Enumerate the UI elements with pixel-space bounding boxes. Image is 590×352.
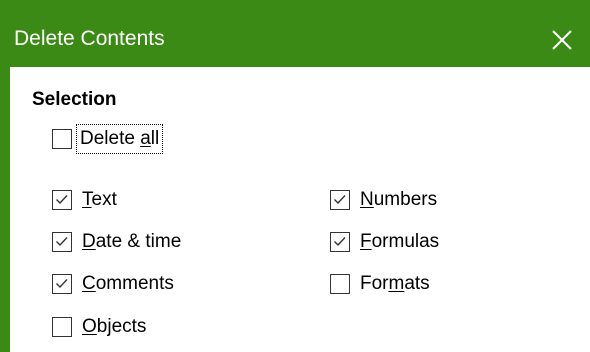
checkmark-icon (334, 195, 346, 205)
checkbox-box (330, 274, 350, 294)
dialog-title: Delete Contents (14, 27, 165, 50)
checkbox-box (330, 232, 350, 252)
checkmark-icon (56, 195, 68, 205)
checkbox-box (52, 232, 72, 252)
date-time-checkbox[interactable]: Date & time (52, 227, 181, 257)
close-button[interactable] (534, 12, 590, 68)
formats-label: Formats (360, 273, 430, 294)
numbers-label: Numbers (360, 189, 438, 210)
text-label: Text (82, 189, 117, 210)
comments-label: Comments (82, 273, 174, 294)
dialog-body: Selection Delete all Text Date & time Co… (10, 67, 590, 352)
checkbox-box (52, 274, 72, 294)
formats-checkbox[interactable]: Formats (330, 269, 430, 299)
date-time-label: Date & time (82, 231, 182, 252)
checkbox-box (330, 190, 350, 210)
objects-label: Objects (82, 316, 147, 337)
delete-all-checkbox[interactable]: Delete all (52, 124, 164, 154)
formulas-label: Formulas (360, 231, 440, 252)
checkmark-icon (56, 279, 68, 289)
checkmark-icon (56, 237, 68, 247)
selection-heading: Selection (32, 89, 117, 110)
text-checkbox[interactable]: Text (52, 185, 117, 215)
checkbox-box (52, 129, 72, 149)
numbers-checkbox[interactable]: Numbers (330, 185, 437, 215)
checkbox-box (52, 190, 72, 210)
delete-contents-dialog: Delete Contents Selection Delete all Tex… (0, 0, 590, 352)
objects-checkbox[interactable]: Objects (52, 312, 146, 342)
comments-checkbox[interactable]: Comments (52, 269, 174, 299)
checkbox-box (52, 317, 72, 337)
checkmark-icon (334, 237, 346, 247)
formulas-checkbox[interactable]: Formulas (330, 227, 439, 257)
close-icon (551, 29, 573, 51)
delete-all-label: Delete all (75, 124, 164, 154)
